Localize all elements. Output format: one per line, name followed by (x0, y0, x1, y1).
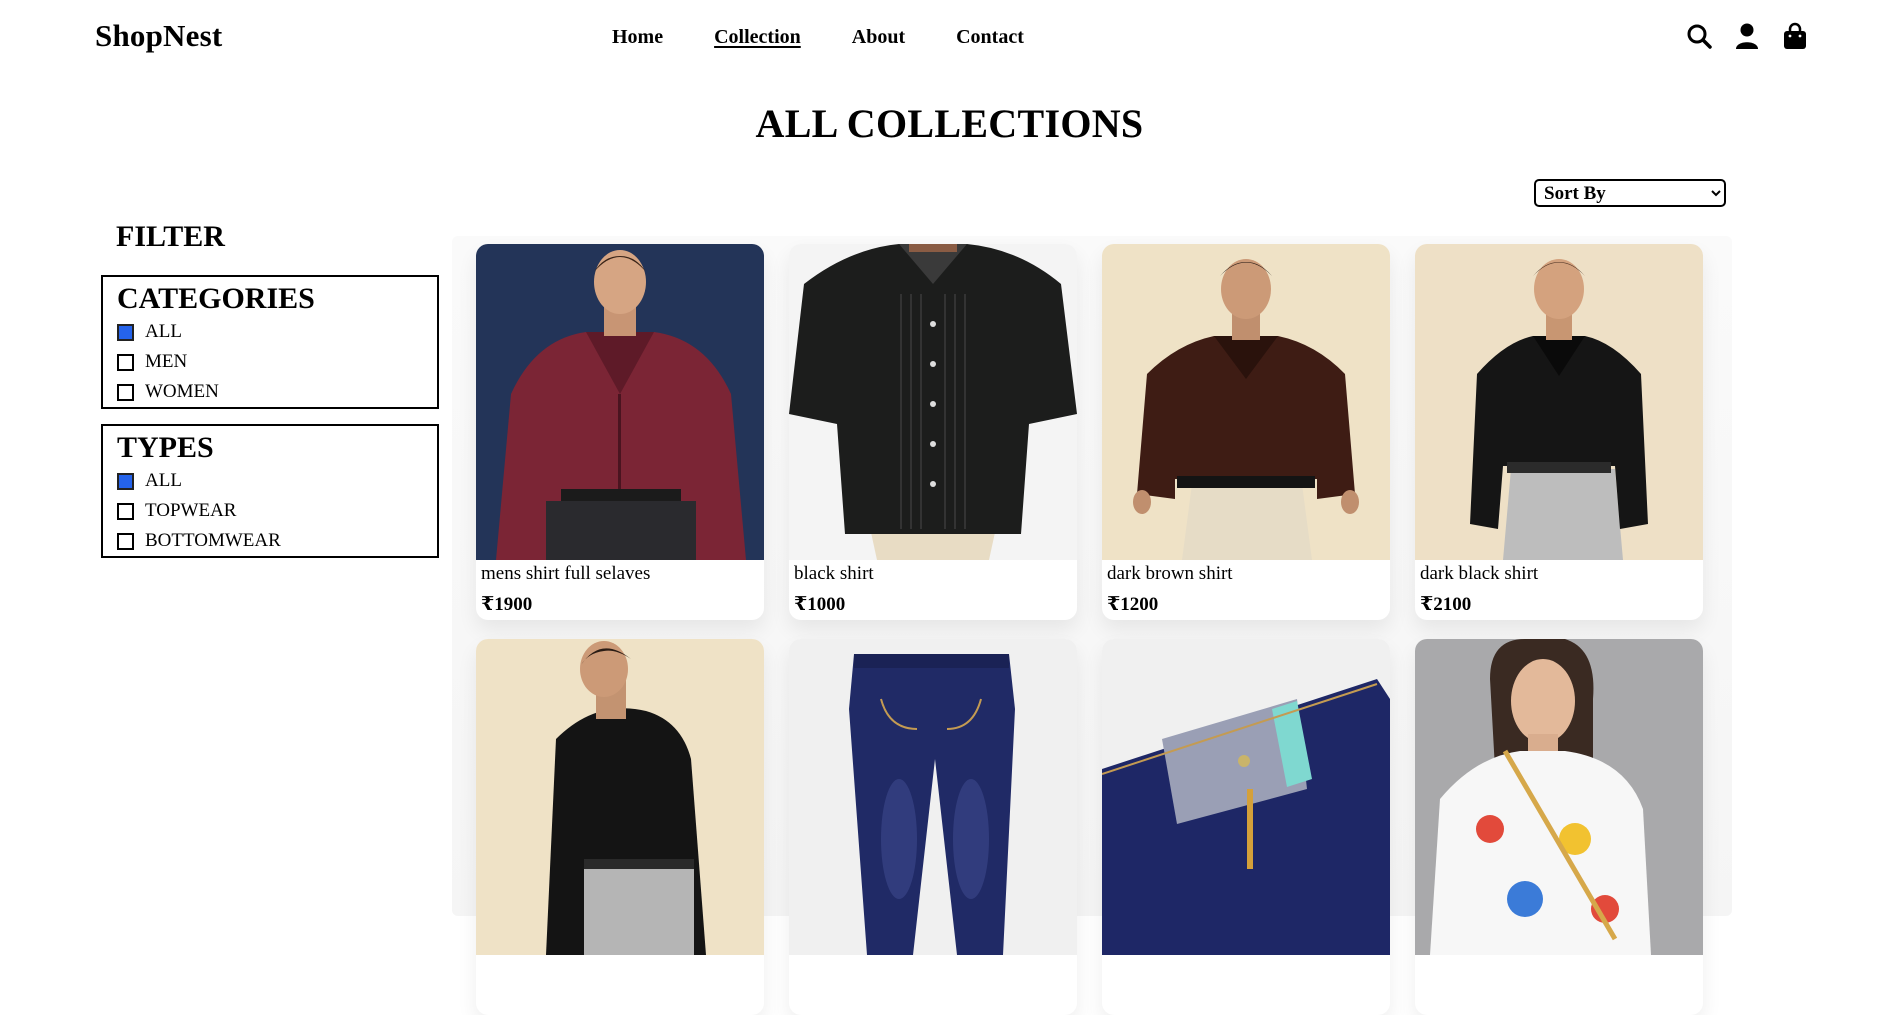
product-name: dark black shirt (1420, 563, 1539, 584)
types-title: TYPES (117, 431, 214, 464)
brand-logo[interactable]: ShopNest (95, 18, 222, 54)
category-option-all[interactable]: ALL (117, 317, 423, 347)
product-grid: mens shirt full selaves ₹1900 black shir… (452, 236, 1732, 1015)
product-price: ₹2100 (1420, 594, 1472, 615)
product-card[interactable]: dark black shirt ₹2100 (1415, 244, 1703, 620)
category-all-checkbox[interactable] (117, 323, 134, 341)
product-card[interactable]: mens shirt full selaves ₹1900 (476, 244, 764, 620)
search-icon[interactable] (1686, 22, 1712, 50)
site-header: ShopNest Home Collection About Contact (0, 0, 1899, 80)
type-bottomwear-label: BOTTOMWEAR (145, 530, 281, 551)
category-option-women[interactable]: WOMEN (117, 377, 423, 407)
product-image[interactable] (476, 639, 764, 955)
nav-collection[interactable]: Collection (714, 26, 801, 49)
categories-filter: CATEGORIES ALL MEN WOMEN (101, 275, 439, 409)
product-card[interactable] (789, 639, 1077, 1015)
product-card[interactable]: dark brown shirt ₹1200 (1102, 244, 1390, 620)
category-men-checkbox[interactable] (117, 353, 134, 371)
product-image[interactable] (1415, 639, 1703, 955)
product-image[interactable] (476, 244, 764, 560)
page-title: ALL COLLECTIONS (755, 101, 1144, 146)
category-option-men[interactable]: MEN (117, 347, 423, 377)
main-nav: Home Collection About Contact (612, 26, 1024, 49)
type-topwear-checkbox[interactable] (117, 502, 134, 520)
product-card[interactable] (1102, 639, 1390, 1015)
product-name: black shirt (794, 563, 874, 584)
category-men-label: MEN (145, 351, 188, 372)
product-image[interactable] (789, 639, 1077, 955)
filter-title: FILTER (116, 220, 225, 253)
header-actions (1686, 22, 1808, 50)
type-option-bottomwear[interactable]: BOTTOMWEAR (117, 526, 423, 556)
type-option-all[interactable]: ALL (117, 466, 423, 496)
product-image[interactable] (1102, 639, 1390, 955)
nav-home[interactable]: Home (612, 26, 663, 49)
user-icon[interactable] (1734, 22, 1760, 50)
product-image[interactable] (789, 244, 1077, 560)
type-bottomwear-checkbox[interactable] (117, 532, 134, 550)
shopping-bag-icon[interactable] (1782, 22, 1808, 50)
product-image[interactable] (1415, 244, 1703, 560)
product-name: dark brown shirt (1107, 563, 1233, 584)
product-card[interactable]: black shirt ₹1000 (789, 244, 1077, 620)
product-image[interactable] (1102, 244, 1390, 560)
category-women-label: WOMEN (145, 381, 219, 402)
nav-contact[interactable]: Contact (956, 26, 1024, 49)
product-price: ₹1200 (1107, 594, 1159, 615)
product-card[interactable] (1415, 639, 1703, 1015)
type-topwear-label: TOPWEAR (145, 500, 237, 521)
product-price: ₹1900 (481, 594, 533, 615)
nav-about[interactable]: About (852, 26, 905, 49)
categories-title: CATEGORIES (117, 282, 315, 315)
product-name: mens shirt full selaves (481, 563, 651, 584)
type-all-label: ALL (145, 470, 182, 491)
type-all-checkbox[interactable] (117, 472, 134, 490)
product-card[interactable] (476, 639, 764, 1015)
category-women-checkbox[interactable] (117, 383, 134, 401)
types-filter: TYPES ALL TOPWEAR BOTTOMWEAR (101, 424, 439, 558)
product-price: ₹1000 (794, 594, 846, 615)
sort-select[interactable]: Sort By (1534, 179, 1726, 207)
category-all-label: ALL (145, 321, 182, 342)
type-option-topwear[interactable]: TOPWEAR (117, 496, 423, 526)
